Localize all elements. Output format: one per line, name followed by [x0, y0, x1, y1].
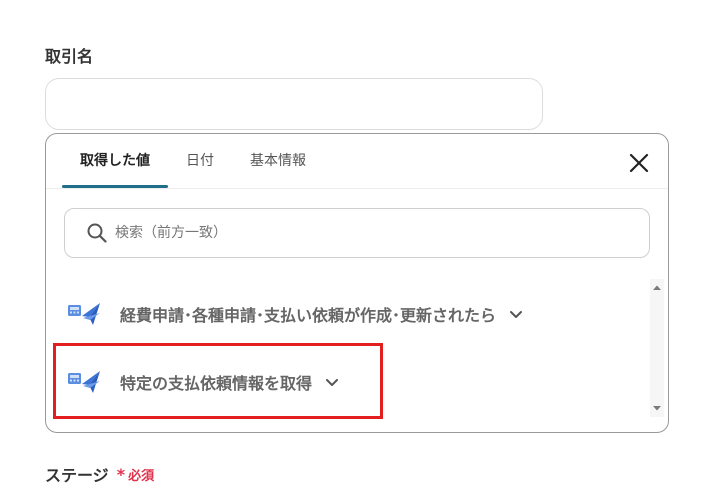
- search-icon: [87, 223, 107, 243]
- scroll-down-icon[interactable]: [650, 401, 664, 415]
- close-icon[interactable]: [628, 152, 650, 174]
- tab-retrieved-values[interactable]: 取得した値: [62, 134, 168, 188]
- search-box[interactable]: [64, 208, 650, 258]
- scroll-up-icon[interactable]: [650, 281, 664, 295]
- stage-field-label: ステージ * 必須: [45, 462, 154, 486]
- chevron-down-icon[interactable]: [508, 306, 524, 322]
- tab-basic-info[interactable]: 基本情報: [232, 134, 324, 188]
- deal-name-input[interactable]: [45, 78, 543, 130]
- deal-name-label: 取引名: [45, 47, 94, 66]
- required-mark: *: [116, 464, 126, 484]
- app-icon: [68, 303, 100, 325]
- stage-label-text: ステージ: [45, 466, 109, 485]
- highlight-box: [53, 343, 383, 419]
- item-label: 経費申請･各種申請･支払い依頼が作成･更新されたら: [120, 306, 497, 325]
- picker-tabs: 取得した値 日付 基本情報: [62, 134, 324, 188]
- tab-divider: [46, 188, 668, 189]
- required-text: 必須: [128, 468, 155, 484]
- tab-date[interactable]: 日付: [168, 134, 232, 188]
- search-input[interactable]: [113, 224, 617, 242]
- list-item-trigger[interactable]: 経費申請･各種申請･支払い依頼が作成･更新されたら: [66, 292, 524, 336]
- scrollbar[interactable]: [650, 279, 664, 417]
